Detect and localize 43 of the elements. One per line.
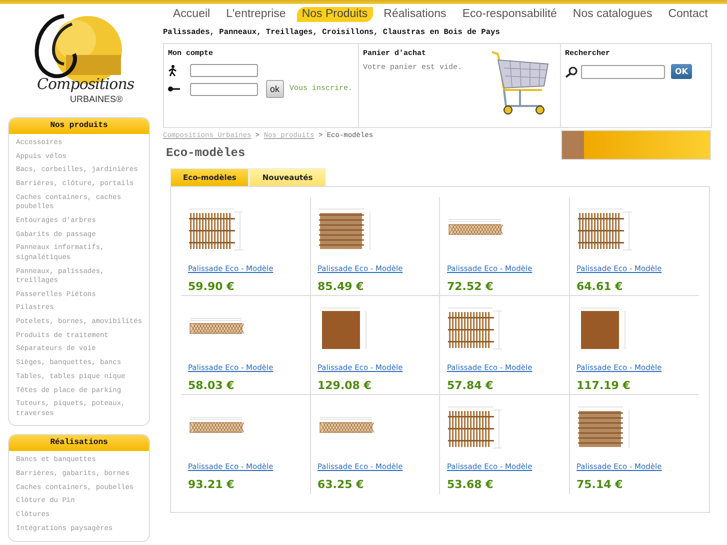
product-price: 75.14 € (576, 478, 624, 491)
fence-drawing (576, 405, 632, 451)
key-icon (168, 86, 180, 92)
fence-drawing (576, 207, 632, 253)
fence-drawing (447, 405, 503, 451)
product-price: 85.49 € (318, 280, 365, 293)
page-title: Eco-modèles (166, 146, 246, 160)
lattice-drawing (188, 417, 244, 433)
nav-link[interactable]: L'entreprise (221, 6, 291, 22)
fence-drawing (188, 207, 244, 253)
product-price: 117.19 € (576, 379, 632, 392)
nav-link[interactable]: Réalisations (378, 6, 452, 22)
password-field[interactable] (190, 82, 258, 96)
product-price: 63.25 € (318, 478, 365, 491)
product-price: 64.61 € (576, 280, 624, 293)
search-icon (565, 66, 578, 78)
nav-link[interactable]: Nos catalogues (568, 6, 658, 22)
username-field[interactable] (190, 64, 258, 77)
person-walking-icon (168, 64, 178, 76)
product-price: 93.21 € (188, 478, 236, 491)
product-price: 53.68 € (447, 478, 494, 491)
product-price: 129.08 € (318, 379, 372, 392)
product-price: 72.52 € (447, 280, 494, 293)
fence-drawing (447, 306, 503, 352)
lattice-drawing (188, 318, 244, 334)
ok-button[interactable]: ok (266, 80, 284, 98)
search-field[interactable] (581, 64, 665, 78)
fence-drawing (318, 207, 374, 253)
sidebar-heading: Nos produits (9, 118, 149, 134)
sidebar-heading: Réalisations (9, 435, 149, 452)
nav-link[interactable]: Accueil (168, 6, 216, 22)
search-button[interactable]: OK (671, 64, 692, 79)
product-price: 57.84 € (447, 379, 494, 392)
nav-link[interactable]: Eco-responsabilité (457, 6, 562, 22)
nav-link[interactable]: Nos Produits (296, 6, 373, 22)
product-price: 59.90 € (188, 280, 236, 293)
lattice-drawing (447, 219, 503, 235)
lattice-drawing (318, 417, 374, 433)
logo-subtitle: URBAINES® (70, 94, 123, 104)
logo-name: Compositions (37, 75, 134, 93)
shopping-cart-icon (490, 50, 550, 116)
nav-link[interactable]: Contact (663, 6, 713, 22)
product-price: 58.03 € (188, 379, 236, 392)
